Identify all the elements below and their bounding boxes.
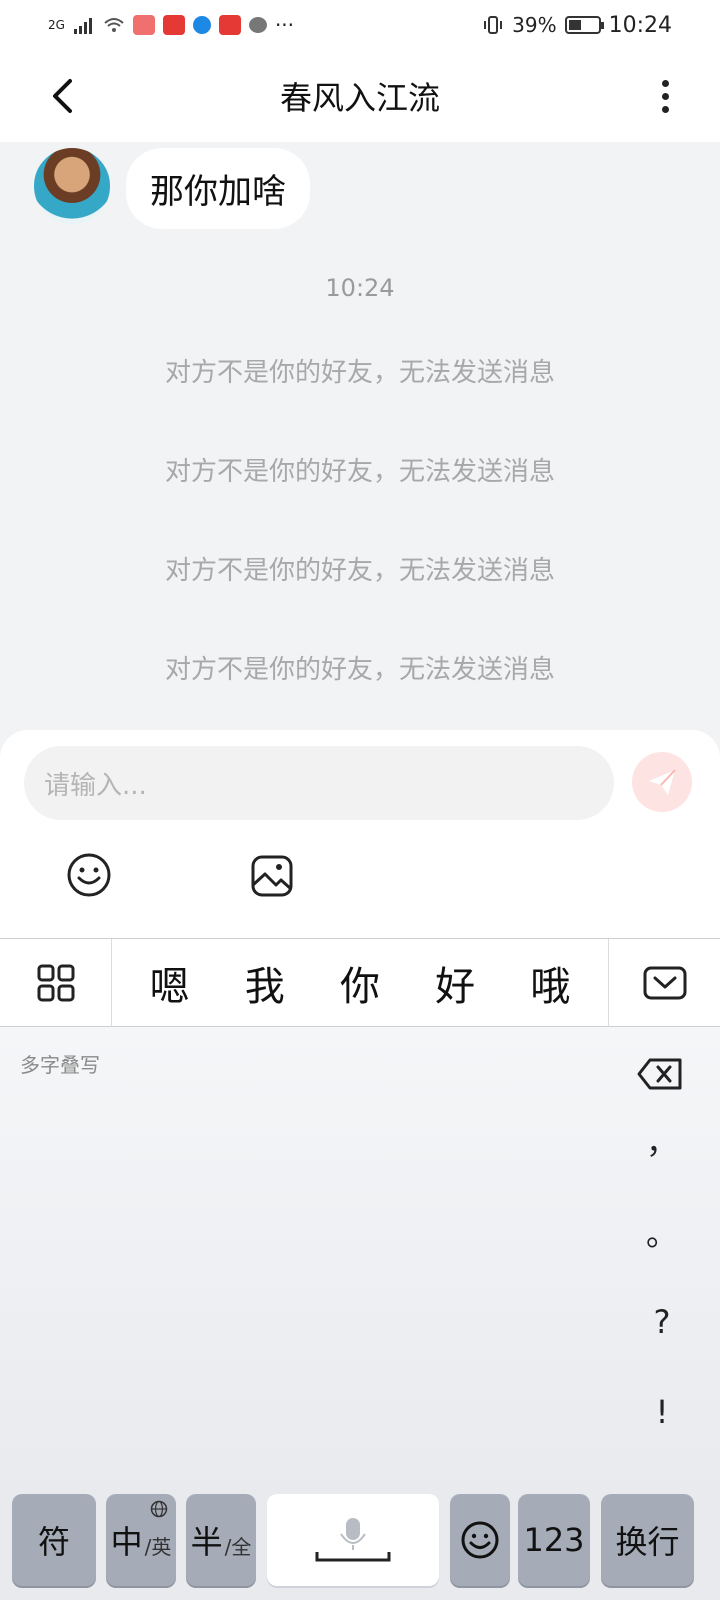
collapse-keyboard-button[interactable] [608, 939, 720, 1026]
chevron-left-icon [53, 79, 72, 113]
candidate-word[interactable]: 嗯 [150, 954, 190, 1012]
input-panel: 请输入... [0, 730, 720, 938]
grid-icon [37, 964, 74, 1001]
keyboard-collapse-icon [643, 966, 686, 999]
keyboard-bottom-row: 符 中 /英 半 /全 123 换行 [0, 1494, 720, 1600]
image-icon[interactable] [250, 854, 294, 898]
punctuation-key[interactable]: ， [640, 1117, 684, 1163]
battery-icon [564, 16, 604, 34]
width-switch-key[interactable]: 半 /全 [186, 1494, 256, 1586]
avatar[interactable] [32, 146, 112, 226]
numbers-key[interactable]: 123 [518, 1494, 590, 1586]
language-main-label: 中 [110, 1523, 143, 1561]
chat-header: 春风入江流 [0, 50, 720, 142]
shopping-app-icon [132, 15, 155, 35]
more-options-button[interactable] [650, 74, 680, 118]
status-bar: 2G ··· 39% 10:24 [0, 0, 720, 50]
status-right: 39% 10:24 [482, 13, 672, 38]
symbol-key[interactable]: 符 [12, 1494, 96, 1586]
candidate-list: 嗯 我 你 好 哦 [112, 954, 608, 1012]
back-button[interactable] [40, 74, 84, 118]
system-message: 对方不是你的好友，无法发送消息 [164, 655, 555, 685]
candidate-word[interactable]: 好 [435, 954, 475, 1012]
backspace-icon[interactable] [636, 1057, 684, 1091]
app-notification-icon-2 [218, 15, 241, 35]
enter-key-label: 换行 [615, 1523, 680, 1561]
message-input[interactable]: 请输入... [24, 746, 614, 820]
language-switch-key[interactable]: 中 /英 [106, 1494, 176, 1586]
globe-icon [150, 1500, 168, 1518]
more-vertical-icon [661, 79, 669, 87]
mic-icon [315, 1518, 391, 1562]
status-time: 10:24 [608, 12, 672, 38]
chat-messages[interactable]: 那你加啥 10:24 对方不是你的好友，无法发送消息 对方不是你的好友，无法发送… [0, 142, 720, 730]
smiley-icon [461, 1521, 499, 1559]
emoji-key[interactable] [450, 1494, 510, 1586]
handwriting-mode-label: 多字叠写 [20, 1053, 100, 1077]
punctuation-key[interactable]: ! [640, 1393, 684, 1431]
smiley-icon[interactable] [66, 852, 112, 898]
punctuation-key[interactable]: 。 [640, 1209, 684, 1255]
candidate-bar: 嗯 我 你 好 哦 [0, 939, 720, 1026]
width-alt-label: /全 [224, 1534, 252, 1559]
system-message: 对方不是你的好友，无法发送消息 [164, 358, 555, 388]
enter-key[interactable]: 换行 [601, 1494, 694, 1586]
more-notifications-indicator: ··· [274, 13, 295, 37]
handwriting-area[interactable]: 多字叠写 ， 。 ? ! [0, 1027, 720, 1500]
message-timestamp: 10:24 [325, 274, 395, 302]
status-left: 2G ··· [48, 13, 294, 37]
numbers-key-label: 123 [523, 1521, 585, 1559]
space-key[interactable] [267, 1494, 439, 1586]
language-alt-label: /英 [144, 1534, 172, 1559]
candidate-word[interactable]: 哦 [530, 954, 570, 1012]
system-message: 对方不是你的好友，无法发送消息 [164, 457, 555, 487]
wechat-icon [248, 17, 267, 33]
network-label: 2G [48, 18, 65, 32]
app-notification-icon [162, 15, 185, 35]
browser-app-icon [192, 16, 211, 34]
width-main-label: 半 [190, 1523, 223, 1561]
candidate-word[interactable]: 我 [245, 954, 285, 1012]
system-message: 对方不是你的好友，无法发送消息 [164, 556, 555, 586]
message-bubble[interactable]: 那你加啥 [126, 148, 310, 229]
incoming-message-row: 那你加啥 [32, 146, 310, 229]
keyboard-menu-button[interactable] [0, 939, 112, 1026]
symbol-key-label: 符 [37, 1523, 70, 1561]
send-button[interactable] [632, 752, 692, 812]
paper-plane-icon [649, 769, 676, 795]
candidate-word[interactable]: 你 [340, 954, 380, 1012]
battery-percent: 39% [512, 13, 557, 37]
vibrate-icon [484, 16, 503, 34]
page-title: 春风入江流 [279, 79, 440, 117]
punctuation-key[interactable]: ? [640, 1303, 684, 1341]
wifi-icon [104, 18, 124, 32]
signal-icon [73, 18, 92, 34]
